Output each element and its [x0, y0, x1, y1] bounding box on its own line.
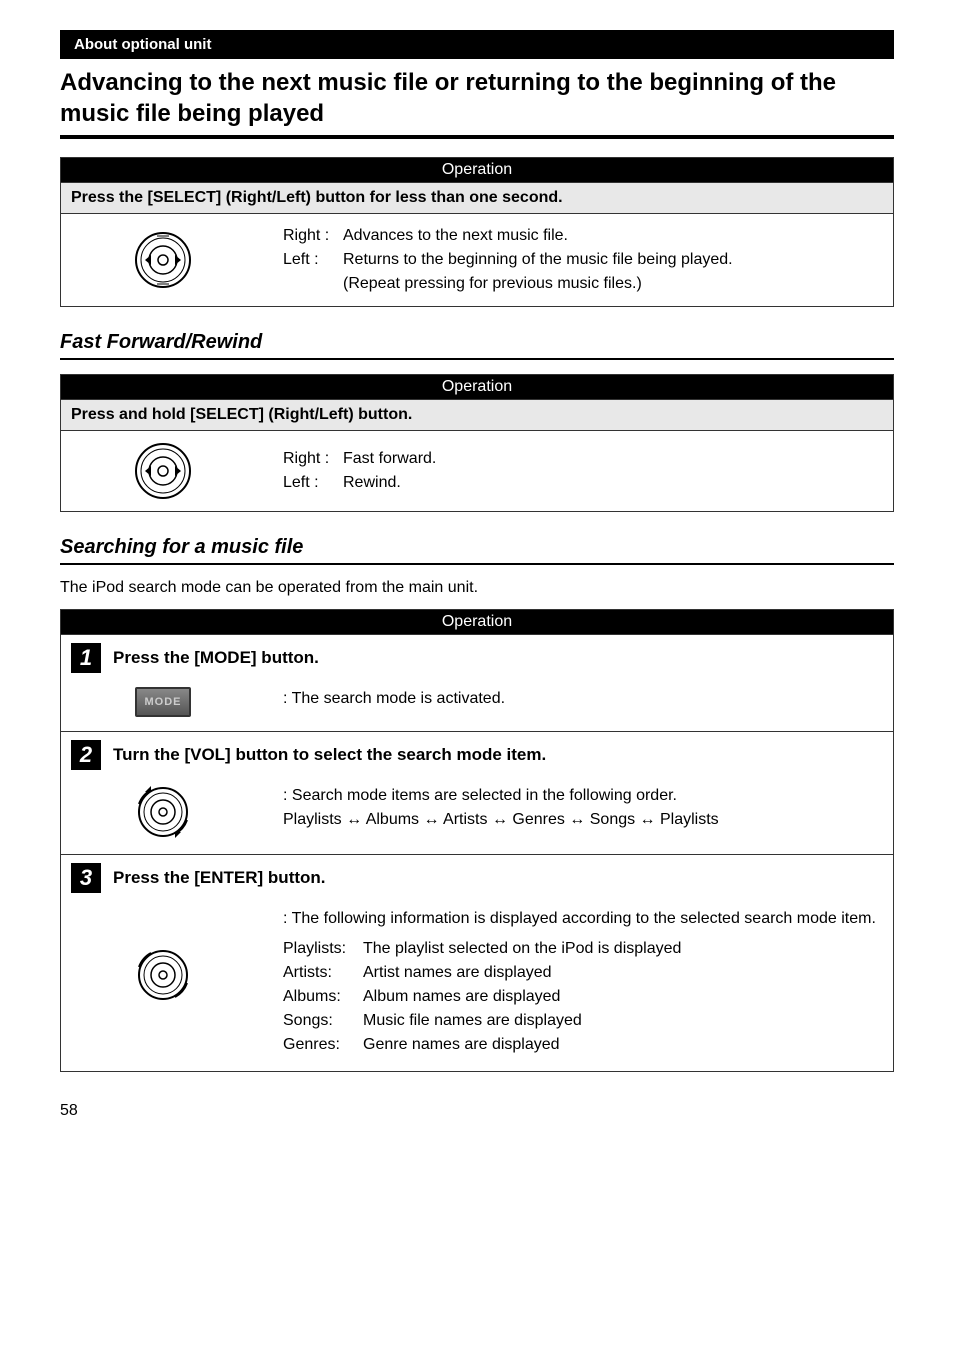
- operation-header: Operation: [61, 375, 893, 399]
- divider: [60, 563, 894, 565]
- info-text: Genre names are displayed: [363, 1033, 560, 1057]
- subsection-title: Fast Forward/Rewind: [60, 331, 894, 354]
- step-line: : Search mode items are selected in the …: [283, 784, 881, 808]
- select-dial-icon: [73, 230, 253, 290]
- section-header-tab: About optional unit: [60, 30, 894, 59]
- step-description: : The following information is displayed…: [283, 907, 881, 1057]
- step-row: 3 Press the [ENTER] button. : The follow…: [61, 854, 893, 1071]
- divider: [60, 358, 894, 360]
- direction-text: Advances to the next music file.: [343, 224, 568, 248]
- info-text: Artist names are displayed: [363, 961, 552, 985]
- operation-block: Operation 1 Press the [MODE] button. MOD…: [60, 609, 894, 1072]
- vol-dial-icon: [73, 784, 253, 840]
- info-text: Music file names are displayed: [363, 1009, 582, 1033]
- operation-header: Operation: [61, 610, 893, 634]
- subsection-title: Searching for a music file: [60, 536, 894, 559]
- step-number: 1: [71, 643, 101, 673]
- step-title: Turn the [VOL] button to select the sear…: [113, 745, 546, 765]
- mode-button-icon: MODE: [73, 687, 253, 717]
- page-number: 58: [60, 1102, 894, 1120]
- operation-block: Operation Press the [SELECT] (Right/Left…: [60, 157, 894, 307]
- direction-label: Left :: [283, 248, 343, 296]
- operation-block: Operation Press and hold [SELECT] (Right…: [60, 374, 894, 512]
- divider: [60, 135, 894, 139]
- operation-instruction: Press the [SELECT] (Right/Left) button f…: [61, 182, 893, 214]
- operation-header: Operation: [61, 158, 893, 182]
- direction-text: Rewind.: [343, 471, 401, 495]
- step-description: : The search mode is activated.: [283, 687, 881, 711]
- direction-label: Left :: [283, 471, 343, 495]
- intro-text: The iPod search mode can be operated fro…: [60, 579, 894, 597]
- step-title: Press the [ENTER] button.: [113, 868, 326, 888]
- step-description: : Search mode items are selected in the …: [283, 784, 881, 832]
- step-title: Press the [MODE] button.: [113, 648, 319, 668]
- direction-text: Fast forward.: [343, 447, 436, 471]
- step-row: 2 Turn the [VOL] button to select the se…: [61, 731, 893, 854]
- operation-description: Right : Advances to the next music file.…: [283, 224, 881, 296]
- main-title: Advancing to the next music file or retu…: [60, 67, 894, 129]
- step-intro: : The following information is displayed…: [283, 907, 881, 931]
- step-number: 3: [71, 863, 101, 893]
- operation-description: Right : Fast forward. Left : Rewind.: [283, 447, 881, 495]
- info-label: Songs:: [283, 1009, 363, 1033]
- direction-text: Returns to the beginning of the music fi…: [343, 248, 733, 272]
- info-label: Genres:: [283, 1033, 363, 1057]
- info-text: Album names are displayed: [363, 985, 560, 1009]
- direction-label: Right :: [283, 224, 343, 248]
- operation-instruction: Press and hold [SELECT] (Right/Left) but…: [61, 399, 893, 431]
- info-label: Albums:: [283, 985, 363, 1009]
- step-line: Playlists ↔ Albums ↔ Artists ↔ Genres ↔ …: [283, 808, 881, 832]
- info-text: The playlist selected on the iPod is dis…: [363, 937, 681, 961]
- select-dial-icon: [73, 441, 253, 501]
- step-number: 2: [71, 740, 101, 770]
- direction-label: Right :: [283, 447, 343, 471]
- info-label: Artists:: [283, 961, 363, 985]
- direction-text: (Repeat pressing for previous music file…: [343, 272, 733, 296]
- info-label: Playlists:: [283, 937, 363, 961]
- vol-dial-icon: [73, 907, 253, 1003]
- mode-button-label: MODE: [135, 687, 191, 717]
- step-row: 1 Press the [MODE] button. MODE : The se…: [61, 634, 893, 731]
